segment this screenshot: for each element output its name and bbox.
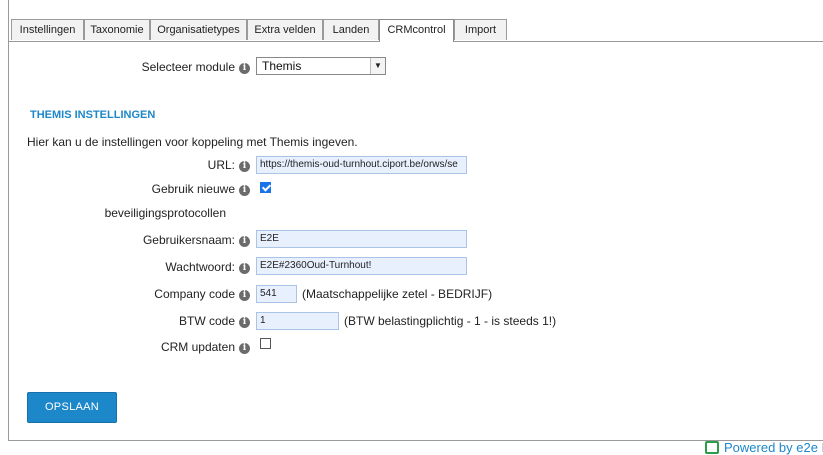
password-input[interactable]: E2E#2360Oud-Turnhout! <box>256 257 467 275</box>
tab-import[interactable]: Import <box>454 19 507 40</box>
info-icon[interactable]: i <box>239 290 250 301</box>
info-icon[interactable]: i <box>239 185 250 196</box>
tab-bar: Instellingen Taxonomie Organisatietypes … <box>8 19 823 42</box>
btw-code-note: (BTW belastingplichtig - 1 - is steeds 1… <box>344 314 557 328</box>
module-label: Selecteer module i <box>100 60 250 74</box>
info-icon[interactable]: i <box>239 263 250 274</box>
tab-taxonomie[interactable]: Taxonomie <box>84 19 150 40</box>
protocol-checkbox[interactable] <box>260 182 271 193</box>
crm-update-checkbox[interactable] <box>260 338 271 349</box>
protocol-label-line1: Gebruik nieuwe <box>151 182 235 196</box>
tab-crmcontrol[interactable]: CRMcontrol <box>379 19 454 42</box>
save-button[interactable]: OPSLAAN <box>27 392 117 423</box>
module-select-value: Themis <box>262 59 302 73</box>
info-icon[interactable]: i <box>239 236 250 247</box>
module-label-text: Selecteer module <box>141 60 235 74</box>
btw-code-label-text: BTW code <box>178 314 235 328</box>
info-icon[interactable]: i <box>239 161 250 172</box>
crm-update-label-text: CRM updaten <box>160 340 235 354</box>
powered-by[interactable]: Powered by e2e N <box>705 440 823 455</box>
tab-extra-velden[interactable]: Extra velden <box>247 19 323 40</box>
info-icon[interactable]: i <box>239 63 250 74</box>
btw-code-input[interactable]: 1 <box>256 312 339 330</box>
tab-instellingen[interactable]: Instellingen <box>11 19 84 40</box>
intro-text: Hier kan u de instellingen voor koppelin… <box>27 135 358 149</box>
tab-organisatietypes[interactable]: Organisatietypes <box>150 19 247 40</box>
info-icon[interactable]: i <box>239 317 250 328</box>
powered-by-text[interactable]: Powered by e2e N <box>724 440 823 455</box>
module-select[interactable]: Themis ▼ <box>256 57 386 75</box>
username-input[interactable]: E2E <box>256 230 467 248</box>
info-icon[interactable]: i <box>239 343 250 354</box>
section-title: THEMIS INSTELLINGEN <box>30 109 156 121</box>
username-label: Gebruikersnaam: i <box>100 233 250 247</box>
crm-update-label: CRM updaten i <box>100 340 250 354</box>
company-code-note: (Maatschappelijke zetel - BEDRIJF) <box>302 287 493 301</box>
username-label-text: Gebruikersnaam: <box>142 233 235 247</box>
btw-code-label: BTW code i <box>100 314 250 328</box>
url-label-text: URL: <box>207 158 235 172</box>
protocol-label-line2: beveiligingsprotocollen <box>104 206 226 220</box>
url-input[interactable]: https://themis-oud-turnhout.ciport.be/or… <box>256 156 467 174</box>
company-code-label: Company code i <box>100 287 250 301</box>
password-label: Wachtwoord: i <box>100 260 250 274</box>
e2e-logo-icon <box>705 441 719 454</box>
url-label: URL: i <box>100 158 250 172</box>
password-label-text: Wachtwoord: <box>165 260 235 274</box>
tab-landen[interactable]: Landen <box>323 19 379 40</box>
chevron-down-icon[interactable]: ▼ <box>370 58 385 74</box>
protocol-label: Gebruik nieuwe i <box>100 182 250 196</box>
company-code-input[interactable]: 541 <box>256 285 297 303</box>
company-code-label-text: Company code <box>154 287 235 301</box>
